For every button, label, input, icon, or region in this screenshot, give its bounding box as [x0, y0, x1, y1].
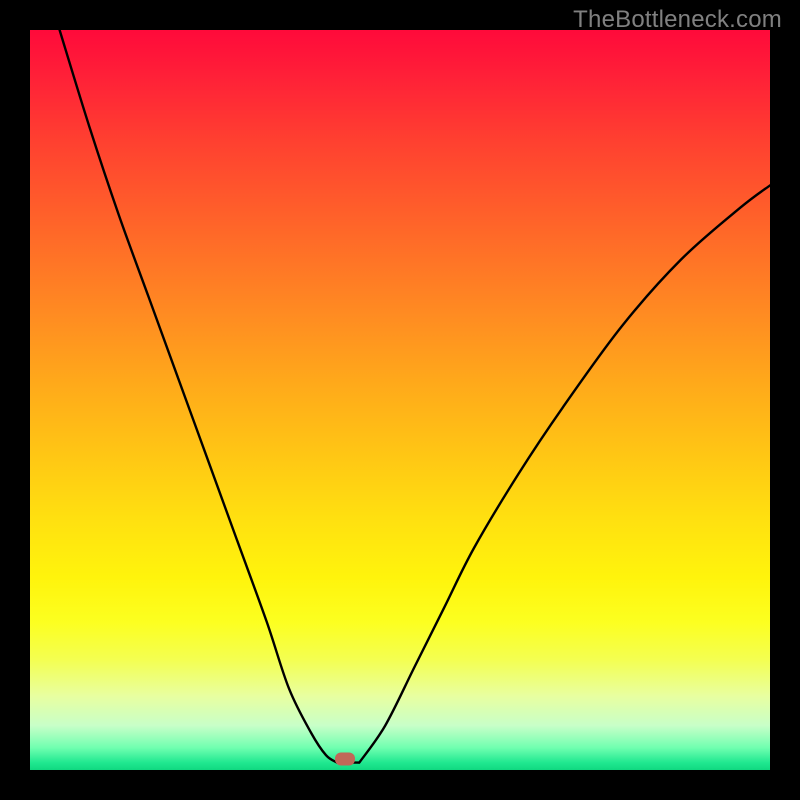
optimum-marker	[335, 752, 355, 765]
curve-layer	[30, 30, 770, 770]
watermark-text: TheBottleneck.com	[573, 6, 782, 34]
chart-container: TheBottleneck.com	[0, 0, 800, 800]
plot-area	[30, 30, 770, 770]
right-curve	[359, 185, 770, 762]
left-curve	[60, 30, 338, 763]
